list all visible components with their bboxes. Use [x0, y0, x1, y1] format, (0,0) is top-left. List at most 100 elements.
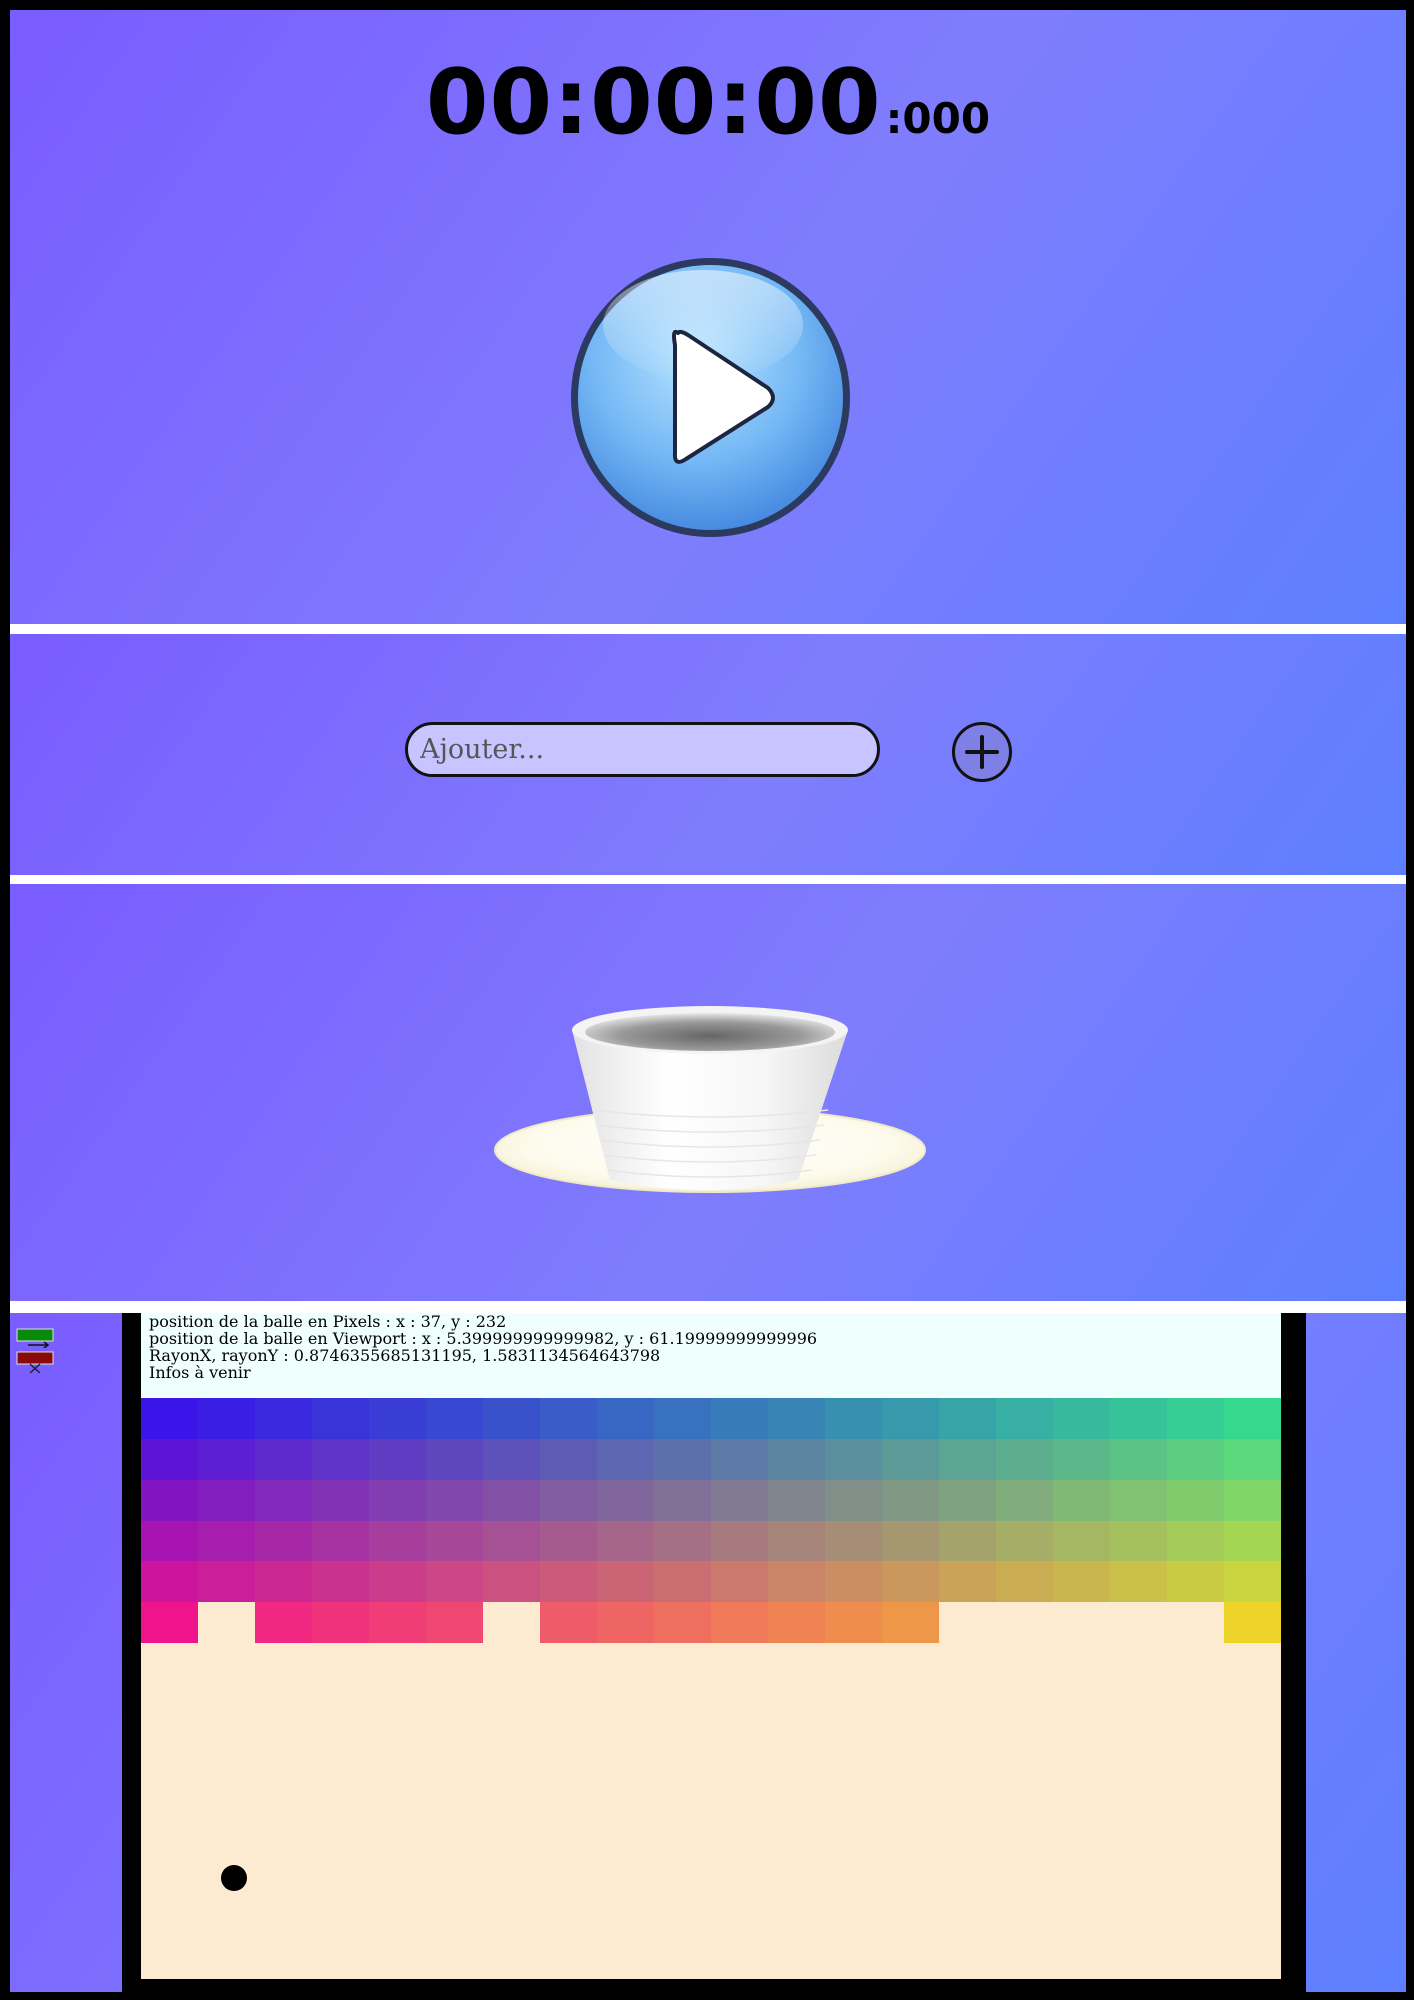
- brick: [369, 1398, 426, 1439]
- timer-milliseconds: :000: [885, 94, 991, 143]
- brick: [426, 1398, 483, 1439]
- brick: [1167, 1479, 1224, 1521]
- brick: [1224, 1602, 1281, 1644]
- brick: [483, 1438, 540, 1480]
- brick: [369, 1602, 426, 1644]
- brick: [483, 1561, 540, 1603]
- brick: [825, 1398, 882, 1439]
- brick: [540, 1602, 597, 1644]
- brick: [882, 1479, 939, 1521]
- game-field[interactable]: [141, 1398, 1281, 1979]
- coffee-cup-icon: [494, 1006, 926, 1193]
- brick: [540, 1561, 597, 1603]
- brick: [939, 1398, 996, 1439]
- brick: [597, 1438, 654, 1480]
- brick: [882, 1602, 939, 1644]
- brick: [141, 1561, 198, 1603]
- ball: [220, 1865, 247, 1891]
- timer-panel: 00:00:00:000: [10, 10, 1406, 624]
- cup-panel: [10, 884, 1406, 1301]
- brick: [312, 1438, 369, 1480]
- play-button[interactable]: [568, 255, 853, 540]
- debug-line-pixels: position de la balle en Pixels : x : 37,…: [149, 1313, 507, 1331]
- brick: [597, 1520, 654, 1562]
- brick: [597, 1561, 654, 1603]
- brick: [597, 1479, 654, 1521]
- brick: [939, 1520, 996, 1562]
- brick: [1053, 1479, 1110, 1521]
- brick: [1053, 1561, 1110, 1603]
- brick: [939, 1561, 996, 1603]
- brick: [1110, 1479, 1167, 1521]
- add-input[interactable]: [405, 722, 880, 777]
- brick: [1224, 1438, 1281, 1480]
- brick: [1224, 1520, 1281, 1562]
- add-button[interactable]: [952, 722, 1012, 782]
- brick: [540, 1438, 597, 1480]
- red-control-icon[interactable]: [16, 1351, 54, 1373]
- brick: [768, 1520, 825, 1562]
- brick: [141, 1479, 198, 1521]
- brick: [198, 1398, 255, 1439]
- brick: [255, 1602, 312, 1644]
- brick: [654, 1479, 711, 1521]
- brick: [768, 1561, 825, 1603]
- brick: [711, 1602, 768, 1644]
- brick: [825, 1438, 882, 1480]
- brick: [996, 1438, 1053, 1480]
- brick: [369, 1561, 426, 1603]
- brick: [483, 1479, 540, 1521]
- brick: [255, 1479, 312, 1521]
- brick: [198, 1561, 255, 1603]
- brick: [198, 1520, 255, 1562]
- brick: [711, 1398, 768, 1439]
- brick: [540, 1398, 597, 1439]
- brick: [312, 1602, 369, 1644]
- separator: [10, 624, 1406, 634]
- brick: [312, 1479, 369, 1521]
- green-control-icon[interactable]: [16, 1328, 54, 1348]
- timer-main: 00:00:00: [425, 50, 882, 155]
- brick: [711, 1438, 768, 1480]
- brick: [768, 1479, 825, 1521]
- brick: [426, 1561, 483, 1603]
- brick: [1110, 1438, 1167, 1480]
- brick: [825, 1520, 882, 1562]
- brick: [1167, 1438, 1224, 1480]
- brick: [654, 1438, 711, 1480]
- brick: [1224, 1398, 1281, 1439]
- timer-display: 00:00:00:000: [10, 50, 1406, 155]
- brick: [1110, 1561, 1167, 1603]
- brick: [312, 1398, 369, 1439]
- brick: [996, 1520, 1053, 1562]
- brick: [654, 1602, 711, 1644]
- brick: [426, 1520, 483, 1562]
- brick: [1167, 1520, 1224, 1562]
- brick: [996, 1561, 1053, 1603]
- brick: [369, 1520, 426, 1562]
- brick: [255, 1438, 312, 1480]
- brick: [939, 1438, 996, 1480]
- add-panel: [10, 634, 1406, 875]
- brick: [369, 1438, 426, 1480]
- brick: [141, 1438, 198, 1480]
- brick: [255, 1561, 312, 1603]
- brick: [825, 1561, 882, 1603]
- brick: [540, 1520, 597, 1562]
- brick: [1167, 1398, 1224, 1439]
- brick: [312, 1561, 369, 1603]
- brick: [996, 1479, 1053, 1521]
- brick: [996, 1398, 1053, 1439]
- brick: [198, 1479, 255, 1521]
- separator: [10, 1301, 1406, 1313]
- brick: [1053, 1438, 1110, 1480]
- brick: [597, 1398, 654, 1439]
- brick: [255, 1398, 312, 1439]
- brick: [768, 1602, 825, 1644]
- brick: [1167, 1561, 1224, 1603]
- brick: [882, 1398, 939, 1439]
- debug-info: position de la balle en Pixels : x : 37,…: [141, 1313, 1281, 1398]
- brick: [654, 1561, 711, 1603]
- debug-line-radius: RayonX, rayonY : 0.8746355685131195, 1.5…: [149, 1346, 661, 1365]
- plus-icon: [965, 735, 999, 769]
